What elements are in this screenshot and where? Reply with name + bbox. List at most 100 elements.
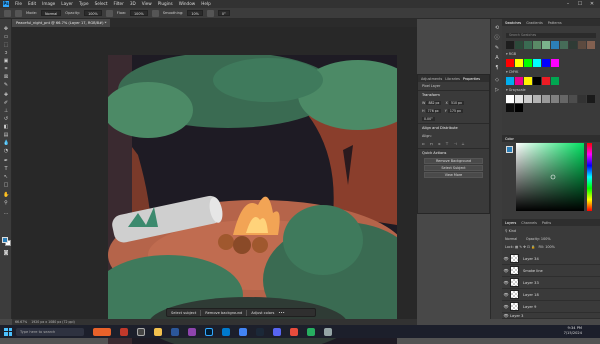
- document-tab[interactable]: Peaceful_night_pnt @ 66.7% (Layer 17, RG…: [12, 19, 111, 27]
- color-swatch[interactable]: [551, 41, 559, 49]
- remove-background-button[interactable]: Remove background: [205, 311, 242, 315]
- smoothing-field[interactable]: 10%: [187, 10, 203, 16]
- color-swatch[interactable]: [524, 95, 532, 103]
- taskbar-app-icon[interactable]: [307, 327, 315, 336]
- layer-kind-filter[interactable]: Kind: [509, 229, 516, 233]
- taskbar-app-icon[interactable]: [188, 327, 196, 336]
- align-bottom-icon[interactable]: ⊥: [462, 142, 467, 146]
- mode-select[interactable]: Normal: [41, 10, 62, 16]
- color-swatch[interactable]: [506, 59, 514, 67]
- brush-tool-icon[interactable]: ✐: [3, 101, 9, 106]
- info-icon[interactable]: ⓘ: [494, 35, 500, 41]
- filter-search-icon[interactable]: ⚲: [505, 229, 507, 233]
- align-right-icon[interactable]: ⊐: [438, 142, 443, 146]
- adjust-colors-button[interactable]: Adjust colors: [251, 311, 274, 315]
- flow-field[interactable]: 100%: [130, 10, 148, 16]
- visibility-eye-icon[interactable]: 👁: [502, 292, 510, 297]
- pressure-opacity-icon[interactable]: [105, 9, 113, 17]
- menu-help[interactable]: Help: [201, 0, 211, 8]
- color-swatch[interactable]: [506, 95, 514, 103]
- color-swatch[interactable]: [533, 41, 541, 49]
- remove-background-action-button[interactable]: Remove Background: [424, 158, 483, 164]
- paragraph-icon[interactable]: ¶: [494, 65, 500, 71]
- menu-type[interactable]: Type: [79, 0, 89, 8]
- color-swatch[interactable]: [524, 59, 532, 67]
- swatch-folder-cmyk[interactable]: ▾ CMYK: [506, 70, 518, 74]
- layer-row[interactable]: 👁 Layer 9: [502, 301, 600, 313]
- blur-tool-icon[interactable]: 💧: [3, 141, 9, 146]
- taskbar-app-icon[interactable]: [171, 327, 179, 336]
- color-swatch[interactable]: [569, 41, 577, 49]
- y-field[interactable]: 175 px: [447, 109, 463, 113]
- gradient-tool-icon[interactable]: ▤: [3, 133, 9, 138]
- minimize-button[interactable]: –: [562, 0, 574, 8]
- color-swatch[interactable]: [515, 77, 523, 85]
- tab-channels[interactable]: Channels: [521, 221, 537, 225]
- type-tool-icon[interactable]: T: [3, 167, 9, 172]
- tab-layers[interactable]: Layers: [505, 221, 516, 225]
- smoothing-settings-icon[interactable]: [206, 9, 214, 17]
- color-swatch[interactable]: [551, 95, 559, 103]
- object-selection-tool-icon[interactable]: ▣: [3, 59, 9, 64]
- canvas-area[interactable]: Select subject Remove background Adjust …: [12, 27, 417, 344]
- artwork-canvas[interactable]: [108, 55, 397, 344]
- layer-row[interactable]: 👁 Smoke line: [502, 265, 600, 277]
- width-field[interactable]: 882 px: [426, 101, 442, 105]
- opacity-field[interactable]: 100%: [84, 10, 102, 16]
- layer-name[interactable]: Layer 34: [523, 257, 539, 261]
- clone-stamp-tool-icon[interactable]: ⊥: [3, 109, 9, 114]
- pen-tool-icon[interactable]: ✒: [3, 159, 9, 164]
- layer-row[interactable]: 👁 Layer 33: [502, 277, 600, 289]
- angle-field[interactable]: 0.00°: [422, 117, 435, 121]
- tab-properties[interactable]: Properties: [463, 77, 480, 81]
- more-options-icon[interactable]: •••: [278, 311, 284, 315]
- menu-edit[interactable]: Edit: [28, 0, 36, 8]
- lasso-tool-icon[interactable]: ↄ: [3, 51, 9, 56]
- eraser-tool-icon[interactable]: ◧: [3, 125, 9, 130]
- menu-3d[interactable]: 3D: [130, 0, 136, 8]
- layer-name[interactable]: Layer 3: [510, 314, 523, 318]
- view-more-button[interactable]: View More: [424, 172, 483, 178]
- path-selection-tool-icon[interactable]: ↖: [3, 175, 9, 180]
- actions-icon[interactable]: ▷: [494, 87, 500, 93]
- color-swatch[interactable]: [515, 95, 523, 103]
- color-swatch[interactable]: [533, 95, 541, 103]
- lock-icons[interactable]: ▦ ✎ ✥ ⊡ 🔒: [515, 245, 535, 249]
- color-swatch[interactable]: [506, 77, 514, 85]
- hue-slider[interactable]: [587, 143, 592, 211]
- visibility-eye-icon[interactable]: 👁: [502, 268, 510, 273]
- layer-row[interactable]: 👁 Layer 34: [502, 253, 600, 265]
- select-subject-button[interactable]: Select subject: [171, 311, 196, 315]
- tab-gradients[interactable]: Gradients: [526, 21, 543, 25]
- color-swatch[interactable]: [587, 95, 595, 103]
- frame-tool-icon[interactable]: ⊠: [3, 75, 9, 80]
- x-field[interactable]: 510 px: [448, 101, 464, 105]
- taskbar-app-icon[interactable]: [137, 327, 145, 336]
- color-swatch[interactable]: [515, 41, 523, 49]
- visibility-eye-icon[interactable]: 👁: [502, 304, 510, 309]
- brush-tool-preset-icon[interactable]: [4, 9, 11, 17]
- marquee-tool-icon[interactable]: ⬚: [3, 43, 9, 48]
- tab-paths[interactable]: Paths: [542, 221, 551, 225]
- layer-name[interactable]: Layer 9: [523, 305, 536, 309]
- zoom-level[interactable]: 66.67%: [15, 320, 27, 324]
- fill-field[interactable]: 100%: [545, 245, 555, 249]
- color-swatch[interactable]: [506, 41, 514, 49]
- steam-icon[interactable]: [256, 327, 264, 336]
- file-explorer-icon[interactable]: [154, 327, 162, 336]
- align-top-icon[interactable]: ⊤: [446, 142, 451, 146]
- color-swatch[interactable]: [533, 77, 541, 85]
- eyedropper-tool-icon[interactable]: ✎: [3, 83, 9, 88]
- swatches-search-input[interactable]: Search Swatches: [506, 33, 596, 38]
- hand-tool-icon[interactable]: ✋: [3, 193, 9, 198]
- menu-select[interactable]: Select: [95, 0, 108, 8]
- color-swatch[interactable]: [515, 104, 523, 112]
- character-icon[interactable]: A: [494, 55, 500, 61]
- healing-brush-tool-icon[interactable]: ✚: [3, 93, 9, 98]
- artboard-tool-icon[interactable]: ▭: [3, 35, 9, 40]
- vscode-icon[interactable]: [222, 327, 230, 336]
- swatch-folder-rgb[interactable]: ▾ RGB: [506, 52, 516, 56]
- color-swatch[interactable]: [551, 59, 559, 67]
- height-field[interactable]: 776 px: [425, 109, 441, 113]
- blend-mode-select[interactable]: Normal: [505, 237, 517, 241]
